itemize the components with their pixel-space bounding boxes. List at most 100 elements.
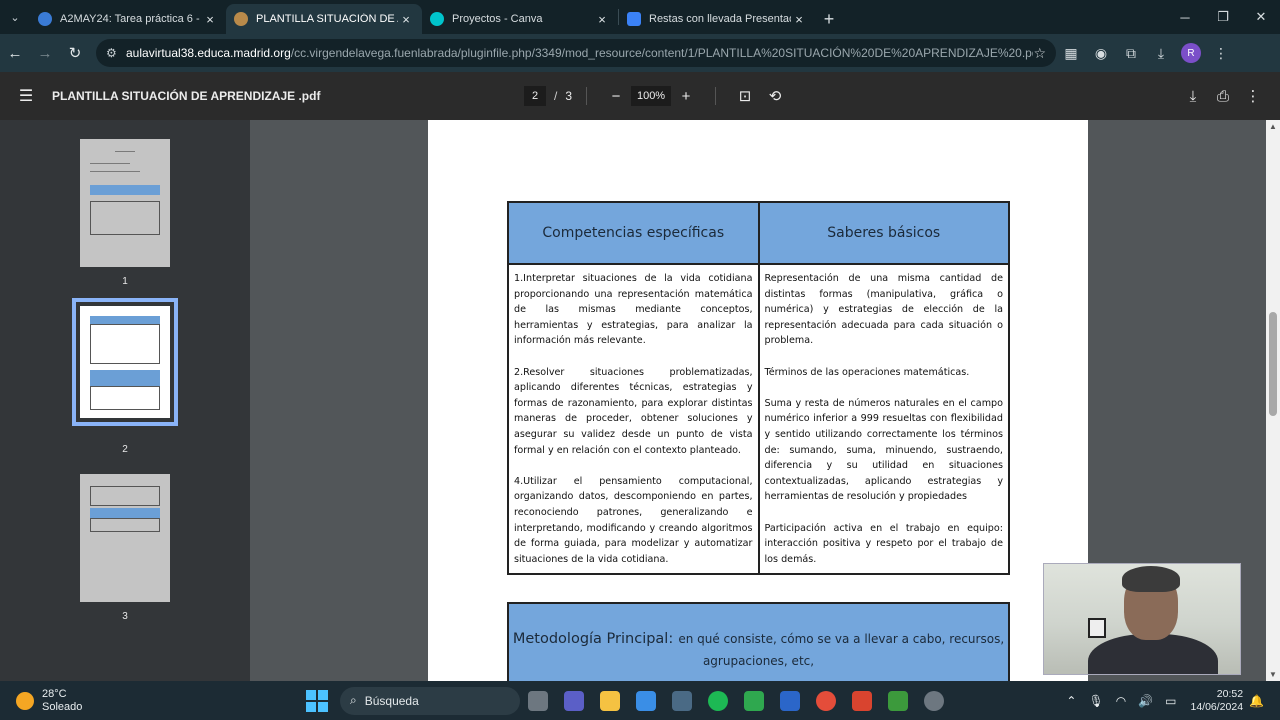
app-badge-icon[interactable]: [916, 683, 952, 719]
forward-button[interactable]: →: [30, 38, 60, 68]
rotate-button[interactable]: ⟲: [760, 81, 790, 111]
volume-icon[interactable]: 🔊: [1138, 694, 1153, 708]
tab-strip: ⌄ A2MAY24: Tarea práctica 6 - Nu × PLANT…: [0, 0, 1280, 34]
download-button[interactable]: ⤓: [1178, 81, 1208, 111]
more-options-button[interactable]: ⋮: [1238, 81, 1268, 111]
profile-button[interactable]: R: [1176, 38, 1206, 68]
hand-app-icon[interactable]: [844, 683, 880, 719]
minecraft-icon[interactable]: [880, 683, 916, 719]
close-tab-icon[interactable]: ×: [594, 12, 610, 27]
excel-check-icon[interactable]: [736, 683, 772, 719]
wifi-icon[interactable]: ◠: [1116, 694, 1126, 708]
browser-tab-4[interactable]: Restas con llevada Presentació ×: [619, 4, 815, 34]
saber-item: Suma y resta de números naturales en el …: [764, 397, 1004, 503]
browser-tab-2-active[interactable]: PLANTILLA SITUACIÓN DE APR ×: [226, 4, 422, 34]
store-icon[interactable]: [628, 683, 664, 719]
person-shirt: [1088, 634, 1218, 674]
page-thumbnail-1[interactable]: [80, 139, 170, 267]
arrow-right-icon: →: [37, 44, 53, 62]
clock[interactable]: 20:52 14/06/2024: [1190, 688, 1243, 714]
download-icon: ⤓: [1189, 87, 1197, 105]
minus-icon: −: [611, 87, 621, 105]
browser-tab-3[interactable]: Proyectos - Canva ×: [422, 4, 618, 34]
address-bar[interactable]: ⚙ aulavirtual38.educa.madrid.org/cc.virg…: [96, 39, 1056, 67]
minimize-icon[interactable]: ─: [1166, 0, 1204, 34]
microphone-icon[interactable]: 🎙: [1088, 694, 1103, 708]
plus-icon: +: [681, 87, 691, 105]
close-tab-icon[interactable]: ×: [398, 12, 414, 27]
close-window-icon[interactable]: ✕: [1242, 0, 1280, 34]
browser-menu-icon[interactable]: ⋮: [1206, 38, 1236, 68]
saberes-cell: Representación de una misma cantidad de …: [757, 262, 1010, 576]
tab-title: A2MAY24: Tarea práctica 6 - Nu: [60, 13, 202, 25]
page-thumbnail-3[interactable]: [80, 474, 170, 602]
search-placeholder: Búsqueda: [364, 693, 419, 708]
tab-title: Proyectos - Canva: [452, 13, 543, 25]
metodologia-box: Metodología Principal: en qué consiste, …: [507, 602, 1010, 681]
reload-icon: ↻: [68, 45, 82, 62]
header-saberes: Saberes básicos: [757, 201, 1010, 265]
webcam-overlay: [1043, 563, 1241, 675]
thumbnail-label: 3: [122, 611, 128, 622]
scroll-down-icon[interactable]: ▼: [1266, 670, 1280, 679]
scroll-up-icon[interactable]: ▲: [1266, 122, 1280, 131]
task-view-icon[interactable]: [520, 683, 556, 719]
browser-tab-1[interactable]: A2MAY24: Tarea práctica 6 - Nu ×: [30, 4, 226, 34]
total-pages: 3: [565, 89, 573, 103]
search-icon: ⌕: [350, 693, 357, 707]
weather-condition: Soleado: [42, 700, 83, 713]
chevron-up-icon[interactable]: ⌃: [1066, 694, 1076, 708]
canva-favicon-icon: [430, 12, 444, 26]
print-button[interactable]: ⎙: [1208, 81, 1238, 111]
back-button[interactable]: ←: [0, 38, 30, 68]
battery-icon[interactable]: ▭: [1165, 694, 1176, 708]
rotate-icon: ⟲: [768, 88, 782, 105]
taskbar-search[interactable]: ⌕ Búsqueda: [340, 686, 520, 715]
notifications-icon[interactable]: 🔔: [1249, 694, 1264, 708]
word-icon[interactable]: [772, 683, 808, 719]
teams-icon[interactable]: [556, 683, 592, 719]
extensions-puzzle-icon[interactable]: ⧉: [1116, 38, 1146, 68]
competencia-item: 2.Resolver situaciones problematizadas, …: [514, 366, 753, 456]
pdf-sidebar-toggle[interactable]: ☰: [0, 86, 52, 106]
file-explorer-icon[interactable]: [592, 683, 628, 719]
pdf-favicon-icon: [234, 12, 248, 26]
saber-item: Participación activa en el trabajo en eq…: [764, 522, 1004, 565]
tab-title: Restas con llevada Presentació: [649, 13, 791, 25]
close-tab-icon[interactable]: ×: [202, 12, 218, 27]
start-button[interactable]: [306, 689, 328, 712]
bookmark-star-icon[interactable]: ☆: [1033, 45, 1046, 62]
page-thumbnail-2-selected[interactable]: [72, 298, 178, 426]
tab-search-button[interactable]: ⌄: [0, 0, 30, 34]
weather-widget[interactable]: 28°C Soleado: [16, 688, 306, 714]
fit-page-icon: ⊡: [738, 88, 752, 105]
new-tab-button[interactable]: +: [815, 4, 843, 34]
fit-page-button[interactable]: ⊡: [730, 81, 760, 111]
downloads-icon[interactable]: ⤓: [1146, 38, 1176, 68]
close-tab-icon[interactable]: ×: [791, 12, 807, 27]
spotify-icon[interactable]: [700, 683, 736, 719]
pdf-actions: ⤓ ⎙ ⋮: [1178, 81, 1268, 111]
chrome-icon[interactable]: [808, 683, 844, 719]
competencia-item: 1.Interpretar situaciones de la vida cot…: [514, 273, 753, 347]
zoom-out-button[interactable]: −: [601, 81, 631, 111]
vertical-scrollbar[interactable]: ▲ ▼: [1266, 120, 1280, 681]
divider: [586, 87, 588, 105]
zoom-input[interactable]: 100%: [631, 86, 672, 106]
scrollbar-thumb[interactable]: [1269, 312, 1277, 416]
browser-toolbar: ← → ↻ ⚙ aulavirtual38.educa.madrid.org/c…: [0, 34, 1280, 72]
thumbnail-label: 1: [122, 276, 128, 287]
wall-frame: [1088, 618, 1106, 638]
thumbnail-label: 2: [122, 444, 128, 455]
extension-grid-icon[interactable]: ▦: [1056, 38, 1086, 68]
extension-circle-icon[interactable]: ◉: [1086, 38, 1116, 68]
page-number-input[interactable]: 2: [524, 86, 546, 106]
reload-button[interactable]: ↻: [60, 38, 90, 68]
competencias-table: Competencias específicas Saberes básicos…: [507, 201, 1010, 576]
restore-icon[interactable]: ❐: [1204, 0, 1242, 34]
zoom-in-button[interactable]: +: [671, 81, 701, 111]
site-info-icon[interactable]: ⚙: [106, 46, 126, 60]
person-hair: [1122, 566, 1180, 592]
calculator-icon[interactable]: [664, 683, 700, 719]
tab-title: PLANTILLA SITUACIÓN DE APR: [256, 13, 398, 25]
